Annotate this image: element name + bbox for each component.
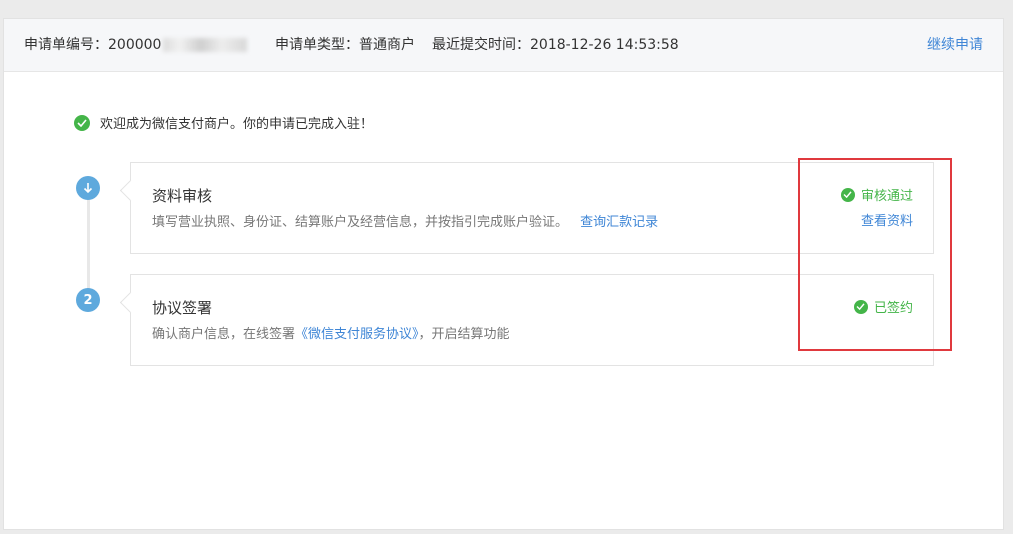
redacted-number xyxy=(163,38,248,52)
card-notch xyxy=(119,291,142,314)
step-title: 协议签署 xyxy=(152,299,213,317)
continue-application-link[interactable]: 继续申请 xyxy=(927,19,983,72)
step-2-icon: 2 xyxy=(76,288,100,312)
check-circle-icon xyxy=(74,114,90,131)
timeline-line xyxy=(87,189,90,302)
step-description: 确认商户信息，在线签署《微信支付服务协议》，开启结算功能 xyxy=(152,327,510,342)
last-submit-time: 最近提交时间：2018-12-26 14:53:58 xyxy=(432,37,679,53)
welcome-message: 欢迎成为微信支付商户。你的申请已完成入驻！ xyxy=(74,113,373,132)
step-title: 资料审核 xyxy=(152,187,213,205)
application-type: 申请单类型：普通商户 xyxy=(275,37,415,53)
application-header: 申请单编号：200000 申请单类型：普通商户 最近提交时间：2018-12-2… xyxy=(4,19,1003,72)
application-number: 申请单编号：200000 xyxy=(24,19,248,72)
highlight-annotation xyxy=(798,158,952,351)
step-description: 填写营业执照、身份证、结算账户及经营信息，并按指引完成账户验证。 查询汇款记录 xyxy=(152,215,659,230)
step-1-icon xyxy=(76,176,100,200)
query-remittance-link[interactable]: 查询汇款记录 xyxy=(580,215,658,230)
service-agreement-link[interactable]: 《微信支付服务协议》 xyxy=(295,327,419,342)
card-notch xyxy=(119,179,142,202)
